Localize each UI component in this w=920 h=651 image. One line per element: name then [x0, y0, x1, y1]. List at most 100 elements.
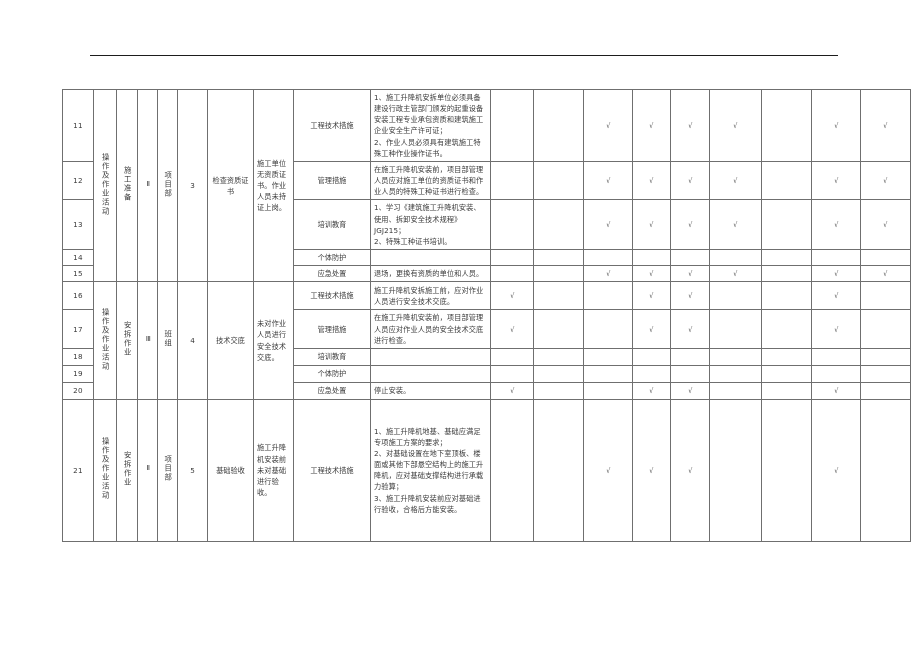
- responsible-party-cell: 项目部: [157, 88, 178, 283]
- check-cell-empty: [583, 381, 633, 400]
- check-cell-empty: [533, 309, 584, 349]
- check-cell-marked: √: [670, 199, 710, 251]
- check-cell-empty: [761, 89, 812, 162]
- check-cell-marked: √: [860, 199, 911, 251]
- check-mark-icon: √: [688, 386, 692, 396]
- check-cell-marked: √: [811, 265, 861, 283]
- check-cell-empty: [670, 364, 710, 383]
- check-cell-marked: √: [632, 89, 671, 162]
- check-cell-marked: √: [632, 160, 671, 201]
- check-mark-icon: √: [510, 291, 514, 301]
- risk-level-cell: Ⅱ: [137, 398, 158, 542]
- check-mark-icon: √: [883, 176, 888, 186]
- check-cell-empty: [670, 249, 710, 267]
- check-cell-marked: √: [490, 381, 534, 400]
- check-cell-empty: [709, 347, 762, 366]
- measure-type-cell: 个体防护: [293, 249, 371, 267]
- check-cell-marked: √: [860, 160, 911, 201]
- check-cell-marked: √: [670, 265, 710, 283]
- check-cell-empty: [709, 281, 762, 311]
- row-number-cell: 15: [62, 265, 94, 283]
- measure-type-cell: 工程技术措施: [293, 89, 371, 162]
- risk-level-cell-text: Ⅱ: [143, 178, 153, 190]
- check-cell-marked: √: [583, 398, 633, 542]
- check-cell-marked: √: [811, 398, 861, 542]
- check-cell-empty: [632, 249, 671, 267]
- check-cell-empty: [583, 347, 633, 366]
- check-cell-empty: [533, 381, 584, 400]
- check-cell-marked: √: [709, 199, 762, 251]
- check-cell-empty: [709, 364, 762, 383]
- check-cell-empty: [811, 347, 861, 366]
- check-cell-marked: √: [583, 89, 633, 162]
- check-cell-empty: [583, 309, 633, 349]
- check-mark-icon: √: [834, 324, 838, 334]
- measure-body-cell: 施工升降机安拆施工前，应对作业人员进行安全技术交底。: [370, 281, 491, 311]
- check-cell-empty: [860, 364, 911, 383]
- responsible-party-cell: 项目部: [157, 398, 178, 542]
- risk-assessment-table: 11 操作及作业活动 施工准备 Ⅱ 项目部 3 检查资质证书 施工单位无资质证书。作业人员未持…: [62, 88, 911, 542]
- check-cell-marked: √: [632, 381, 671, 400]
- check-cell-empty: [709, 381, 762, 400]
- table-row: 11 操作及作业活动 施工准备 Ⅱ 项目部 3 检查资质证书 施工单位无资质证书。作业人员未持…: [62, 88, 911, 283]
- check-mark-icon: √: [733, 120, 738, 130]
- measure-body-cell: 停止安装。: [370, 381, 491, 400]
- check-cell-empty: [490, 398, 534, 542]
- table-row: 21 操作及作业活动 安拆作业 Ⅱ 项目部 5 基础验收 施工升降机安装前未对基础进行验收。工…: [62, 398, 911, 542]
- check-cell-marked: √: [490, 309, 534, 349]
- risk-level-cell: Ⅲ: [137, 281, 158, 400]
- check-cell-empty: [860, 309, 911, 349]
- activity-category-cell: 操作及作业活动: [93, 398, 117, 542]
- identify-content-cell: 基础验收: [207, 398, 254, 542]
- check-mark-icon: √: [883, 220, 888, 230]
- check-cell-empty: [761, 199, 812, 251]
- check-mark-icon: √: [649, 291, 654, 301]
- measure-type-cell: 培训教育: [293, 347, 371, 366]
- check-cell-empty: [533, 89, 584, 162]
- risk-level-cell-text: Ⅲ: [143, 333, 153, 345]
- check-mark-icon: √: [510, 324, 514, 334]
- check-cell-empty: [533, 364, 584, 383]
- check-mark-icon: √: [510, 386, 514, 396]
- check-mark-icon: √: [688, 220, 692, 230]
- check-mark-icon: √: [649, 120, 654, 130]
- check-cell-marked: √: [583, 265, 633, 283]
- check-cell-marked: √: [811, 381, 861, 400]
- identify-content-cell: 检查资质证书: [207, 88, 254, 283]
- measure-type-cell: 管理措施: [293, 309, 371, 349]
- measure-body-cell: 在施工升降机安装前，项目部管理人员应对作业人员的安全技术交底进行检查。: [370, 309, 491, 349]
- check-cell-empty: [490, 199, 534, 251]
- check-mark-icon: √: [834, 220, 838, 230]
- activity-category-cell-text: 操作及作业活动: [101, 307, 111, 371]
- measure-body-cell: 在施工升降机安装前，项目部管理人员应对施工单位的资质证书和作业人员的特殊工种证书…: [370, 160, 491, 201]
- table-body: 11 操作及作业活动 施工准备 Ⅱ 项目部 3 检查资质证书 施工单位无资质证书。作业人员未持…: [62, 88, 911, 542]
- check-cell-marked: √: [670, 281, 710, 311]
- check-cell-empty: [811, 249, 861, 267]
- check-cell-empty: [761, 364, 812, 383]
- activity-category-cell: 操作及作业活动: [93, 88, 117, 283]
- check-cell-empty: [490, 347, 534, 366]
- measure-body-cell: 1、施工升降机安拆单位必须具备建设行政主管部门颁发的起重设备安装工程专业承包资质…: [370, 89, 491, 162]
- check-mark-icon: √: [834, 269, 838, 279]
- measure-body-cell: 退场，更换有资质的单位和人员。: [370, 265, 491, 283]
- check-cell-marked: √: [632, 281, 671, 311]
- risk-description-cell: 施工单位无资质证书。作业人员未持证上岗。: [253, 88, 294, 283]
- measure-body-cell: 1、学习《建筑施工升降机安装、使用、拆卸安全技术规程》JGJ215； 2、特殊工种…: [370, 199, 491, 251]
- activity-category-cell: 操作及作业活动: [93, 281, 117, 400]
- row-number-cell: 14: [62, 249, 94, 267]
- check-mark-icon: √: [649, 324, 654, 334]
- check-mark-icon: √: [733, 176, 738, 186]
- process-cell: 安拆作业: [116, 398, 138, 542]
- check-cell-empty: [860, 249, 911, 267]
- check-mark-icon: √: [688, 324, 692, 334]
- risk-level-cell-text: Ⅱ: [143, 463, 153, 475]
- check-mark-icon: √: [883, 120, 888, 130]
- check-cell-marked: √: [860, 265, 911, 283]
- row-number-cell: 17: [62, 309, 94, 349]
- check-cell-marked: √: [490, 281, 534, 311]
- check-cell-empty: [761, 309, 812, 349]
- document-page: 11 操作及作业活动 施工准备 Ⅱ 项目部 3 检查资质证书 施工单位无资质证书。作业人员未持…: [0, 0, 920, 651]
- measure-type-cell: 个体防护: [293, 364, 371, 383]
- measure-type-cell: 应急处置: [293, 265, 371, 283]
- check-cell-marked: √: [670, 309, 710, 349]
